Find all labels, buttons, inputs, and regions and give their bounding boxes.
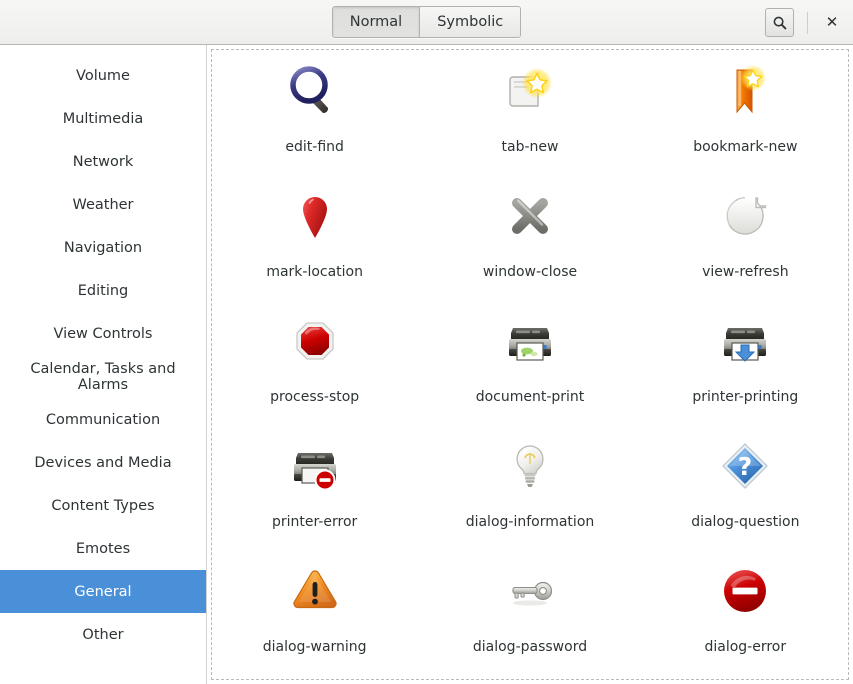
sidebar-item-label: Calendar, Tasks and Alarms (30, 360, 176, 393)
header-bar: Normal Symbolic ✕ (0, 0, 853, 45)
close-button[interactable]: ✕ (821, 12, 843, 34)
icon-label: dialog-question (691, 514, 800, 530)
x-mark-icon (498, 184, 562, 248)
sidebar-item-label: Devices and Media (34, 454, 172, 471)
printer-doc-icon (498, 309, 562, 373)
icon-item-process-stop[interactable]: process-stop (207, 305, 422, 430)
icon-item-printer-printing[interactable]: printer-printing (638, 305, 853, 430)
icon-label: edit-find (285, 139, 344, 155)
search-button[interactable] (765, 8, 794, 37)
sidebar-item-label: Network (72, 153, 134, 170)
icon-item-bookmark-new[interactable]: bookmark-new (638, 55, 853, 180)
sidebar-item-volume[interactable]: Volume (0, 54, 206, 97)
sidebar-item-label: View Controls (53, 325, 153, 342)
icon-item-dialog-error[interactable]: dialog-error (638, 555, 853, 680)
icon-item-view-refresh[interactable]: view-refresh (638, 180, 853, 305)
tab-star-icon (498, 59, 562, 123)
sidebar-item-label: Weather (72, 196, 134, 213)
mode-switcher[interactable]: Normal Symbolic (331, 6, 522, 38)
icon-label: bookmark-new (693, 139, 798, 155)
printer-error-badge-icon (283, 434, 347, 498)
icon-grid: edit-find tab-new bookmark-new mark-loca… (207, 45, 853, 680)
tab-symbolic-label: Symbolic (437, 14, 504, 30)
icon-item-window-close[interactable]: window-close (422, 180, 637, 305)
sidebar-item-label: Multimedia (62, 110, 144, 127)
category-sidebar[interactable]: Volume Multimedia Network Weather Naviga… (0, 45, 207, 684)
header-separator (807, 11, 808, 34)
icon-browser-window: Normal Symbolic ✕ Volume Multimedia Netw… (0, 0, 853, 684)
warning-triangle-icon (283, 559, 347, 623)
sidebar-item-multimedia[interactable]: Multimedia (0, 97, 206, 140)
icon-label: mark-location (266, 264, 363, 280)
sidebar-item-content-types[interactable]: Content Types (0, 484, 206, 527)
icon-item-dialog-question[interactable]: ? dialog-question (638, 430, 853, 555)
close-icon: ✕ (825, 13, 839, 31)
sidebar-item-weather[interactable]: Weather (0, 183, 206, 226)
sidebar-item-devices-and-media[interactable]: Devices and Media (0, 441, 206, 484)
tab-normal-label: Normal (349, 14, 403, 30)
icon-label: dialog-error (704, 639, 787, 655)
sidebar-item-label: Communication (45, 411, 161, 428)
icon-label: process-stop (270, 389, 360, 405)
icon-item-dialog-password[interactable]: dialog-password (422, 555, 637, 680)
svg-text:?: ? (738, 452, 753, 481)
icon-label: view-refresh (702, 264, 789, 280)
icon-item-tab-new[interactable]: tab-new (422, 55, 637, 180)
icon-label: window-close (482, 264, 578, 280)
icon-label: printer-printing (692, 389, 799, 405)
ribbon-star-icon (713, 59, 777, 123)
sidebar-item-network[interactable]: Network (0, 140, 206, 183)
icon-label: dialog-password (472, 639, 588, 655)
magnifier-icon (283, 59, 347, 123)
icon-grid-area: edit-find tab-new bookmark-new mark-loca… (207, 45, 853, 684)
sidebar-item-communication[interactable]: Communication (0, 398, 206, 441)
light-bulb-icon (498, 434, 562, 498)
printer-download-icon (713, 309, 777, 373)
icon-label: printer-error (272, 514, 358, 530)
key-icon (498, 559, 562, 623)
map-pin-icon (283, 184, 347, 248)
window-body: Volume Multimedia Network Weather Naviga… (0, 45, 853, 684)
icon-label: dialog-information (465, 514, 595, 530)
sidebar-item-label: Emotes (75, 540, 131, 557)
icon-item-dialog-warning[interactable]: dialog-warning (207, 555, 422, 680)
blue-diamond-question-icon: ? (713, 434, 777, 498)
header-right-controls: ✕ (765, 0, 843, 45)
icon-label: dialog-warning (262, 639, 367, 655)
icon-label: document-print (475, 389, 585, 405)
icon-item-document-print[interactable]: document-print (422, 305, 637, 430)
sidebar-item-label: Editing (77, 282, 129, 299)
icon-item-printer-error[interactable]: printer-error (207, 430, 422, 555)
sidebar-item-label: Other (82, 626, 124, 643)
tab-normal[interactable]: Normal (332, 7, 420, 37)
icon-item-dialog-information[interactable]: dialog-information (422, 430, 637, 555)
sidebar-item-view-controls[interactable]: View Controls (0, 312, 206, 355)
red-circle-minus-icon (713, 559, 777, 623)
stop-octagon-icon (283, 309, 347, 373)
sidebar-item-general[interactable]: General (0, 570, 206, 613)
icon-item-mark-location[interactable]: mark-location (207, 180, 422, 305)
icon-label: tab-new (501, 139, 559, 155)
search-icon (773, 16, 786, 29)
sidebar-item-emotes[interactable]: Emotes (0, 527, 206, 570)
sidebar-item-editing[interactable]: Editing (0, 269, 206, 312)
tab-symbolic[interactable]: Symbolic (419, 7, 521, 37)
sidebar-item-other[interactable]: Other (0, 613, 206, 656)
sidebar-item-calendar-tasks-and-alarms[interactable]: Calendar, Tasks and Alarms (0, 355, 206, 398)
sidebar-item-navigation[interactable]: Navigation (0, 226, 206, 269)
sidebar-item-label: Content Types (51, 497, 155, 514)
sidebar-item-label: Volume (76, 67, 130, 84)
sidebar-item-label: Navigation (63, 239, 143, 256)
sidebar-item-label: General (74, 583, 132, 600)
refresh-arrow-icon (713, 184, 777, 248)
icon-item-edit-find[interactable]: edit-find (207, 55, 422, 180)
